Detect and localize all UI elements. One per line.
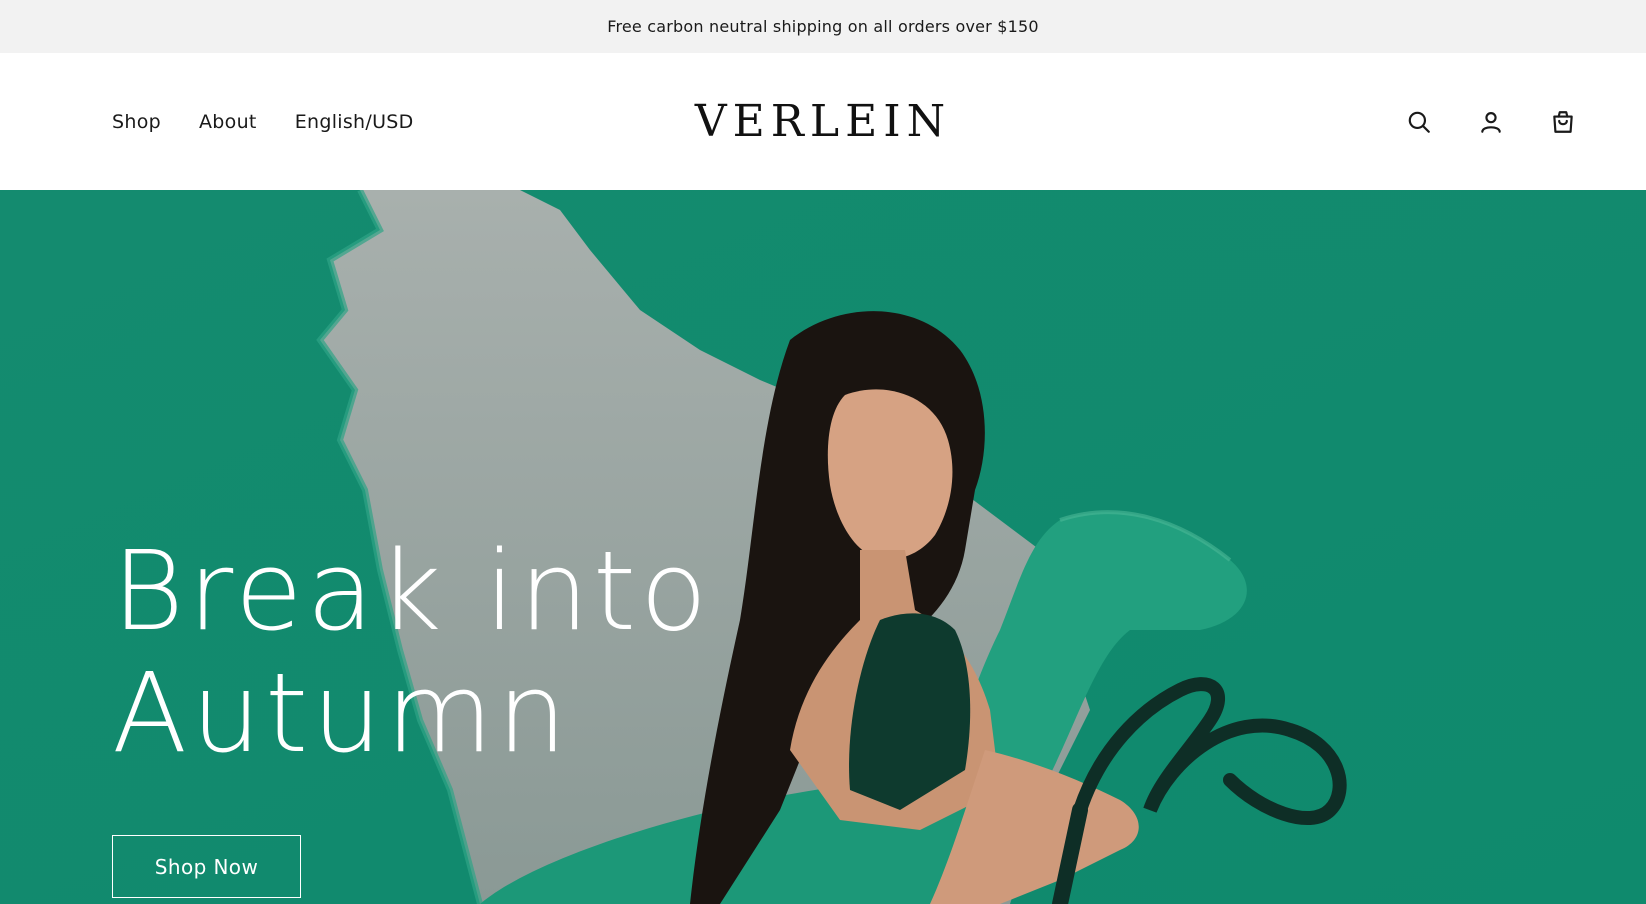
- announcement-bar: Free carbon neutral shipping on all orde…: [0, 0, 1646, 53]
- nav-shop-link[interactable]: Shop: [112, 111, 161, 133]
- language-currency-selector[interactable]: English/USD: [295, 111, 414, 133]
- site-logo[interactable]: VERLEIN: [695, 53, 951, 190]
- hero-title-line-1: Break into: [112, 527, 712, 655]
- account-icon: [1481, 111, 1501, 133]
- main-nav: Shop About English/USD: [112, 53, 414, 190]
- nav-about-link[interactable]: About: [199, 111, 257, 133]
- hero-banner: Break into Autumn Shop Now: [0, 190, 1646, 904]
- search-button[interactable]: [1406, 109, 1432, 135]
- site-header: Shop About English/USD VERLEIN: [0, 53, 1646, 190]
- cart-icon: [1553, 110, 1573, 133]
- hero-title-line-2: Autumn: [112, 649, 571, 777]
- cart-button[interactable]: [1550, 109, 1576, 135]
- shop-now-button[interactable]: Shop Now: [112, 835, 301, 898]
- announcement-text: Free carbon neutral shipping on all orde…: [607, 17, 1039, 36]
- search-icon: [1408, 111, 1430, 133]
- header-icons: [1406, 53, 1576, 190]
- hero-title: Break into Autumn: [112, 530, 711, 774]
- account-button[interactable]: [1478, 109, 1504, 135]
